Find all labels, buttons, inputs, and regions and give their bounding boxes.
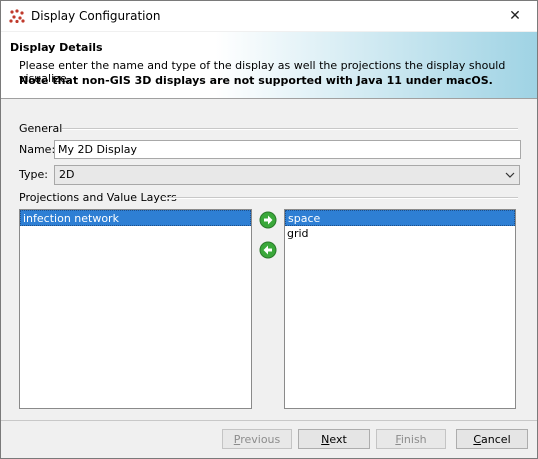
- footer-separator: [1, 420, 537, 421]
- finish-button[interactable]: Finish: [376, 429, 446, 449]
- general-group-label: General: [19, 122, 63, 135]
- display-configuration-dialog: Display Configuration ✕ Display Details …: [0, 0, 538, 459]
- projections-separator: [162, 197, 518, 199]
- chosen-projections-list[interactable]: space grid: [284, 209, 516, 409]
- title-bar[interactable]: Display Configuration ✕: [1, 1, 537, 31]
- type-select[interactable]: 2D: [54, 165, 520, 185]
- list-item-space[interactable]: space: [285, 210, 515, 226]
- next-button[interactable]: Next: [298, 429, 370, 449]
- cancel-button[interactable]: Cancel: [456, 429, 528, 449]
- chevron-down-icon: [505, 172, 515, 178]
- previous-label: revious: [240, 433, 281, 446]
- list-item-grid[interactable]: grid: [285, 226, 515, 242]
- general-separator: [62, 128, 518, 130]
- type-selected-value: 2D: [59, 168, 75, 181]
- header-title: Display Details: [10, 41, 103, 54]
- close-icon: ✕: [509, 8, 521, 24]
- projections-group-label: Projections and Value Layers: [19, 191, 177, 204]
- finish-label: inish: [400, 433, 427, 446]
- header-panel: Display Details Please enter the name an…: [1, 32, 537, 99]
- previous-button[interactable]: Previous: [222, 429, 292, 449]
- name-field[interactable]: My 2D Display: [54, 140, 521, 159]
- cancel-mnemonic: C: [473, 433, 482, 446]
- app-logo-icon: [9, 9, 25, 23]
- type-label: Type:: [19, 168, 48, 181]
- left-arrow-icon[interactable]: [259, 241, 277, 259]
- next-label: ext: [329, 433, 347, 446]
- list-item-infection-network[interactable]: infection network: [20, 210, 251, 226]
- available-projections-list[interactable]: infection network: [19, 209, 252, 409]
- close-button[interactable]: ✕: [493, 1, 537, 31]
- window-title: Display Configuration: [31, 9, 161, 23]
- header-note: Note that non-GIS 3D displays are not su…: [19, 74, 493, 87]
- name-label: Name:: [19, 143, 56, 156]
- right-arrow-icon[interactable]: [259, 211, 277, 229]
- cancel-label: ancel: [481, 433, 511, 446]
